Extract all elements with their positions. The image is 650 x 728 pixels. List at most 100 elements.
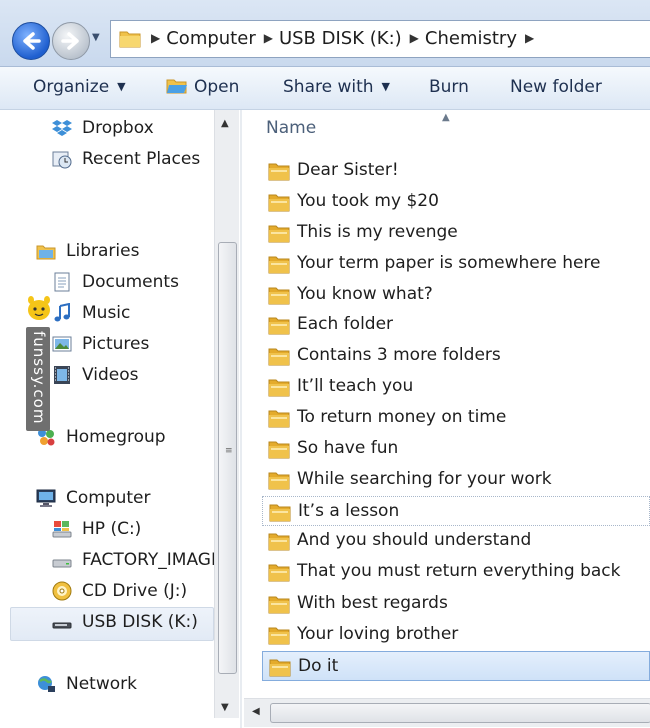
share-with-button[interactable]: Share with ▼ (283, 77, 390, 97)
folder-icon (268, 533, 290, 551)
folder-item[interactable]: So have fun (262, 434, 650, 464)
folder-name: Do it (298, 656, 339, 676)
folder-item[interactable]: Your term paper is somewhere here (262, 249, 650, 279)
folder-icon (268, 163, 290, 181)
folder-item[interactable]: While searching for your work (262, 465, 650, 495)
arrow-left-icon (23, 32, 41, 50)
forward-button[interactable] (52, 22, 90, 60)
arrow-right-icon (61, 32, 79, 50)
folder-item[interactable]: With best regards (262, 589, 650, 619)
scrollbar-thumb[interactable]: ≡ (218, 242, 237, 674)
dropbox-icon (52, 120, 72, 136)
folder-name: Contains 3 more folders (297, 345, 501, 365)
network-icon (38, 676, 55, 692)
folder-name: It’ll teach you (297, 376, 414, 396)
folder-item[interactable]: To return money on time (262, 403, 650, 433)
horizontal-scrollbar-thumb[interactable] (270, 703, 650, 723)
folder-item[interactable]: That you must return everything back (262, 557, 650, 587)
computer-icon (36, 489, 56, 507)
usb-drive-icon (52, 622, 72, 629)
folder-icon (269, 504, 291, 522)
open-button[interactable]: Open (166, 77, 239, 97)
folder-name: With best regards (297, 593, 448, 613)
music-icon (54, 303, 70, 322)
address-bar-area: ▼ ▶ Computer ▶ USB DISK (K:) ▶ Chemistry ▶ (0, 0, 650, 67)
folder-icon (268, 287, 290, 305)
address-field[interactable]: ▶ Computer ▶ USB DISK (K:) ▶ Chemistry ▶ (110, 20, 650, 58)
folder-icon (268, 410, 290, 428)
command-toolbar: Organize ▼ Open Share with ▼ Burn New fold… (0, 67, 650, 110)
organize-button[interactable]: Organize ▼ (33, 77, 126, 97)
sort-arrow-icon: ▲ (442, 112, 450, 123)
breadcrumb-usb-disk[interactable]: USB DISK (K:) (279, 28, 402, 49)
folder-item[interactable]: You took my $20 (262, 187, 650, 217)
folder-icon (119, 31, 141, 48)
new-folder-label: New folder (510, 77, 602, 97)
folder-icon (268, 348, 290, 366)
folder-item[interactable]: Do it (262, 651, 650, 681)
open-label: Open (194, 77, 240, 97)
cd-drive-icon (52, 581, 72, 601)
folder-name: To return money on time (297, 407, 507, 427)
folder-icon (268, 317, 290, 335)
file-list-horizontal-scrollbar[interactable]: ◀ (244, 698, 650, 727)
breadcrumb-arrow-icon[interactable]: ▶ (525, 31, 534, 45)
recent-pages-dropdown[interactable]: ▼ (92, 32, 100, 43)
breadcrumb-arrow-icon[interactable]: ▶ (264, 31, 273, 45)
scroll-left-icon[interactable]: ◀ (252, 706, 260, 717)
folder-name: This is my revenge (297, 222, 458, 242)
folder-name: That you must return everything back (297, 561, 621, 581)
scroll-down-icon[interactable]: ▼ (221, 702, 229, 713)
column-header-name[interactable]: Name (266, 118, 316, 138)
folder-name: Each folder (297, 314, 394, 334)
breadcrumb-computer[interactable]: Computer (166, 28, 255, 49)
folder-item[interactable]: Dear Sister! (262, 156, 650, 186)
folder-item[interactable]: It’s a lesson (262, 496, 650, 526)
folder-icon (269, 659, 291, 677)
folder-name: You took my $20 (297, 191, 439, 211)
folder-item[interactable]: Your loving brother (262, 620, 650, 650)
organize-label: Organize (33, 77, 110, 97)
folder-icon (268, 441, 290, 459)
share-with-label: Share with (283, 77, 374, 97)
nav-pane-scrollbar[interactable]: ▲ ≡ ▼ (214, 110, 239, 718)
folder-item[interactable]: Each folder (262, 310, 650, 340)
folder-icon (268, 225, 290, 243)
folder-name: And you should understand (297, 530, 532, 550)
windows-drive-icon (52, 521, 72, 538)
folder-name: Dear Sister! (297, 160, 399, 180)
documents-icon (54, 272, 70, 292)
folder-name: Your loving brother (297, 624, 459, 644)
folder-item[interactable]: Contains 3 more folders (262, 341, 650, 371)
breadcrumb-arrow-icon[interactable]: ▶ (151, 31, 160, 45)
recent-places-icon (52, 151, 72, 169)
breadcrumb-chemistry[interactable]: Chemistry (425, 28, 517, 49)
folder-icon (268, 472, 290, 490)
drive-icon (52, 559, 72, 568)
folder-name: So have fun (297, 438, 399, 458)
grip-icon: ≡ (225, 446, 233, 456)
folder-name: Your term paper is somewhere here (297, 253, 601, 273)
folder-name: You know what? (297, 284, 433, 304)
watermark: funssy.com (26, 295, 52, 435)
open-folder-icon (166, 79, 187, 94)
folder-icon (268, 596, 290, 614)
folder-icon (268, 564, 290, 582)
breadcrumb-arrow-icon[interactable]: ▶ (410, 31, 419, 45)
chevron-down-icon: ▼ (381, 80, 390, 93)
back-button[interactable] (12, 22, 50, 60)
chevron-down-icon: ▼ (117, 80, 126, 93)
folder-item[interactable]: It’ll teach you (262, 372, 650, 402)
mascot-icon (28, 296, 50, 320)
pane-splitter[interactable] (240, 110, 242, 728)
videos-icon (54, 366, 70, 384)
folder-item[interactable]: And you should understand (262, 526, 650, 556)
scroll-up-icon[interactable]: ▲ (221, 118, 229, 129)
folder-icon (268, 627, 290, 645)
folder-item[interactable]: This is my revenge (262, 218, 650, 248)
new-folder-button[interactable]: New folder (510, 77, 602, 97)
burn-button[interactable]: Burn (429, 77, 469, 97)
folder-item[interactable]: You know what? (262, 280, 650, 310)
watermark-text: funssy.com (30, 331, 48, 425)
folder-icon (268, 256, 290, 274)
